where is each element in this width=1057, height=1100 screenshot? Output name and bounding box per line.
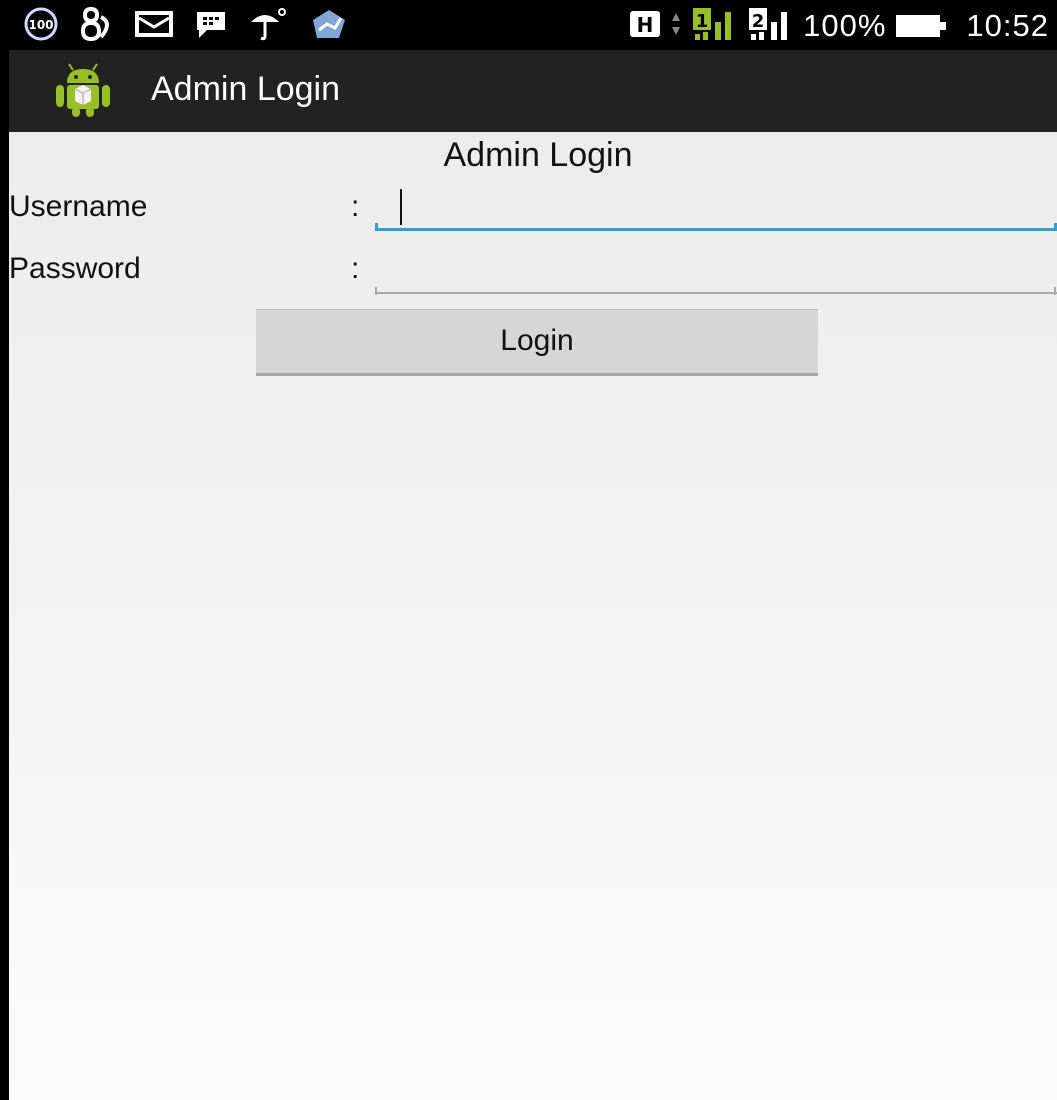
battery-icon <box>896 15 947 37</box>
login-button[interactable]: Login <box>256 309 818 376</box>
signal-sim1-icon: 1 <box>691 6 737 47</box>
username-underline <box>375 228 1057 231</box>
username-label: Username <box>9 190 148 223</box>
action-bar: Admin Login <box>9 50 1057 132</box>
password-underline-tick-right <box>1054 287 1056 295</box>
svg-text:1: 1 <box>696 11 709 32</box>
text-caret <box>400 189 402 225</box>
svg-text:100: 100 <box>28 18 53 32</box>
password-colon: : <box>351 252 360 285</box>
h-network-icon: H <box>629 9 661 44</box>
phone-screen: 100 H 1 2 100% 10:52 Admin Login Admin L… <box>9 0 1057 1100</box>
password-underline <box>375 292 1057 294</box>
umbrella-weather-icon <box>249 6 289 47</box>
svg-text:2: 2 <box>752 11 765 32</box>
android-app-icon[interactable] <box>54 63 112 119</box>
actionbar-title: Admin Login <box>151 70 341 108</box>
battery-percent: 100% <box>803 8 887 43</box>
signal-sim2-icon: 2 <box>747 6 793 47</box>
login-form: Admin Login Username : Password : Login <box>9 132 1057 1100</box>
username-colon: : <box>351 190 360 223</box>
password-label: Password <box>9 252 141 285</box>
mail-icon <box>135 10 173 43</box>
status-bar: 100 H 1 2 100% 10:52 <box>9 0 1057 50</box>
system-status-icons: H 1 2 100% 10:52 <box>629 6 1049 46</box>
data-arrows-icon <box>671 11 681 42</box>
username-input[interactable] <box>375 187 1057 231</box>
market-bag-icon <box>309 6 349 47</box>
badge-100-icon: 100 <box>23 6 59 47</box>
svg-text:H: H <box>637 13 654 37</box>
bbm-icon <box>79 6 115 46</box>
notification-icons: 100 <box>23 6 349 46</box>
password-underline-tick-left <box>375 287 377 295</box>
username-underline-tick-left <box>375 223 378 231</box>
chat-icon <box>193 8 229 45</box>
clock: 10:52 <box>966 8 1049 43</box>
page-title: Admin Login <box>443 136 633 174</box>
password-input[interactable] <box>375 249 1057 293</box>
